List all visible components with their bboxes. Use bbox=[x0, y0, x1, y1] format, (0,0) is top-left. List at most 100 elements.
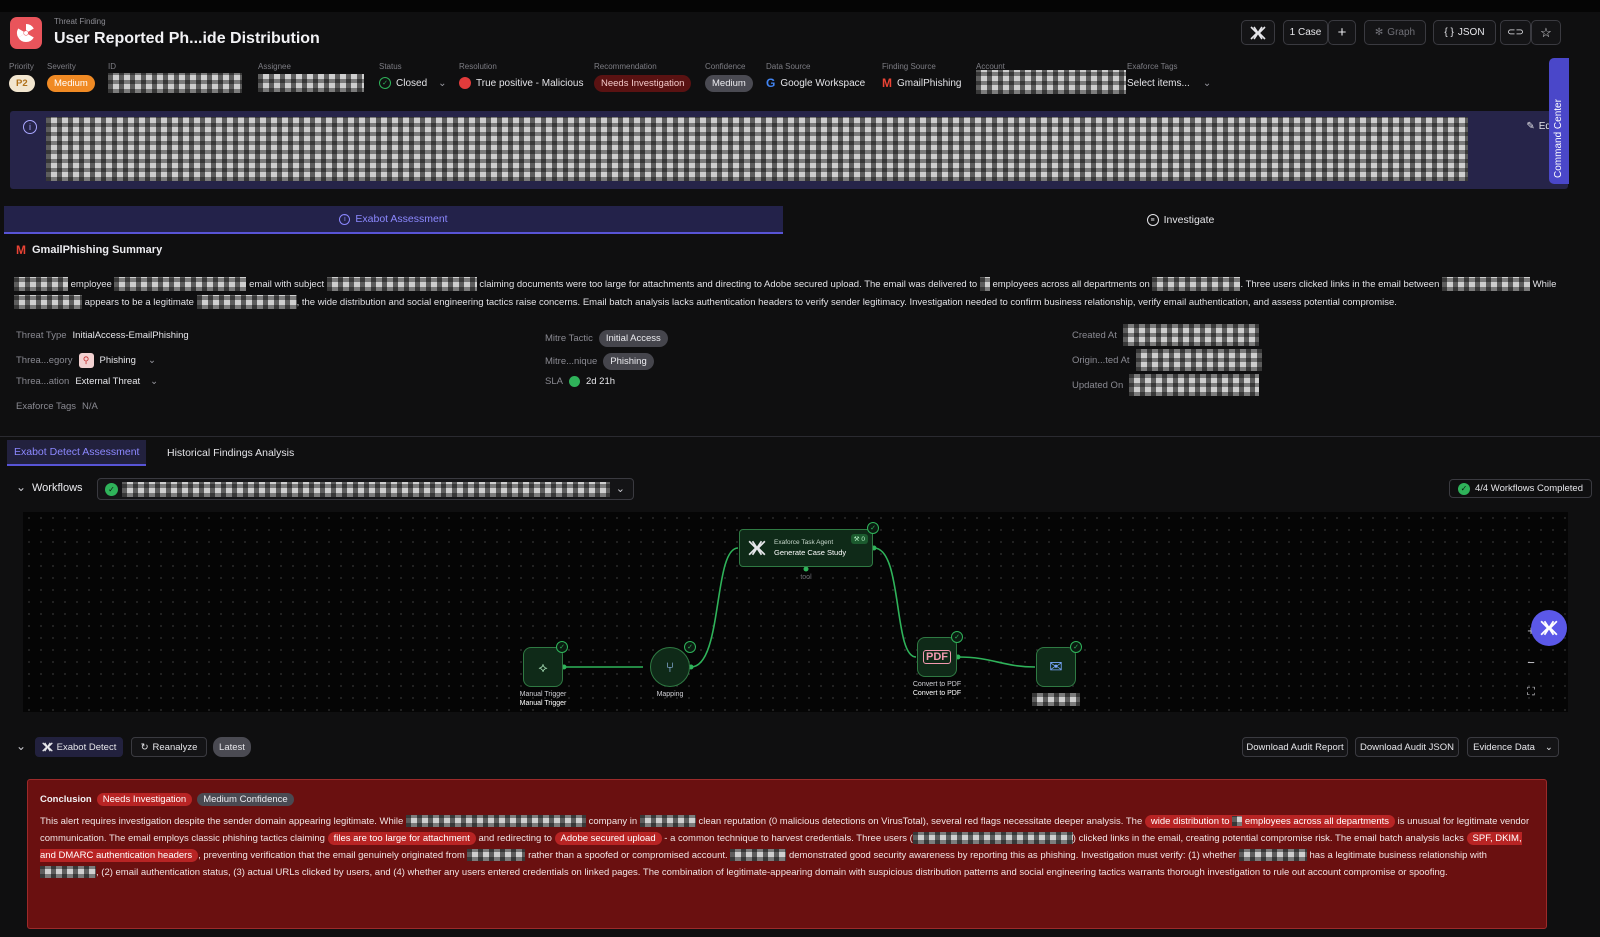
braces-icon: { } bbox=[1444, 27, 1454, 38]
mapping-caption: Mapping bbox=[656, 691, 684, 698]
data-source-value: Google Workspace bbox=[780, 77, 866, 89]
section-divider bbox=[0, 436, 1600, 437]
mapping-node[interactable]: ⑂ bbox=[650, 647, 690, 687]
conclusion-text: This alert requires investigation despit… bbox=[40, 813, 1534, 881]
case-count-button[interactable]: 1 Case bbox=[1283, 20, 1328, 45]
tags-select-placeholder[interactable]: Select items... bbox=[1127, 78, 1190, 89]
fact-value: N/A bbox=[82, 401, 98, 412]
download-audit-json-button[interactable]: Download Audit JSON bbox=[1355, 737, 1459, 757]
fact-value: External Threat bbox=[75, 376, 141, 387]
envelope-icon: ✉ bbox=[1049, 659, 1063, 676]
exabot-icon bbox=[1250, 25, 1266, 40]
highlight-distribution: wide distribution to employees across al… bbox=[1144, 815, 1395, 828]
recommendation-badge: Needs Investigation bbox=[594, 74, 692, 92]
mitre-tactic-fact: Mitre Tactic Initial Access bbox=[545, 330, 668, 347]
description-redacted bbox=[46, 117, 1468, 181]
conclusion-panel: Conclusion Needs Investigation Medium Co… bbox=[27, 779, 1547, 929]
originated-at-redacted bbox=[1135, 349, 1262, 371]
tab-investigate[interactable]: ≡ Investigate bbox=[783, 206, 1578, 234]
evidence-data-dropdown[interactable]: Evidence Data ⌄ bbox=[1467, 737, 1559, 757]
task-agent-node[interactable]: Exaforce Task Agent Generate Case Study … bbox=[739, 529, 873, 567]
task-agent-title: Generate Case Study bbox=[774, 548, 847, 557]
star-icon: ☆ bbox=[1540, 24, 1552, 40]
status-value: Closed bbox=[396, 77, 428, 89]
fit-view-button[interactable]: ⛶ bbox=[1521, 682, 1541, 702]
redacted-text bbox=[1152, 277, 1241, 292]
account-redacted[interactable] bbox=[976, 70, 1126, 94]
info-icon: i bbox=[339, 213, 351, 225]
command-center-tab[interactable]: Command Center bbox=[1549, 58, 1569, 184]
zoom-out-button[interactable]: − bbox=[1521, 652, 1541, 672]
exabot-chat-button[interactable] bbox=[1531, 610, 1567, 646]
reanalyze-label: Reanalyze bbox=[152, 741, 198, 753]
gmail-icon: M bbox=[16, 243, 26, 257]
task-agent-kicker: Exaforce Task Agent bbox=[774, 539, 834, 546]
chevron-down-icon[interactable]: ⌄ bbox=[16, 480, 26, 494]
redacted-text bbox=[979, 277, 990, 292]
fact-key: Mitre Tactic bbox=[545, 333, 593, 344]
id-field: ID bbox=[108, 62, 242, 94]
threat-type-fact: Threat Type InitialAccess-EmailPhishing bbox=[16, 330, 189, 341]
manual-trigger-node[interactable]: ⟡ bbox=[523, 647, 563, 687]
email-node[interactable]: ✉ bbox=[1036, 647, 1076, 687]
fork-icon: ⑂ bbox=[665, 659, 675, 675]
convert-to-pdf-caption: Convert to PDF Convert to PDF bbox=[912, 681, 962, 697]
sla-fact: SLA 2d 21h bbox=[545, 376, 615, 387]
exabot-detect-label: Exabot Detect bbox=[56, 741, 117, 753]
node-check-icon: ✓ bbox=[867, 522, 879, 534]
workflow-select[interactable]: ✓ ⌄ bbox=[97, 478, 634, 500]
summary-fragment: claiming documents were too large for at… bbox=[479, 279, 978, 290]
reanalyze-button[interactable]: ↻ Reanalyze bbox=[131, 737, 207, 757]
workflow-name-redacted bbox=[122, 482, 610, 497]
node-check-icon: ✓ bbox=[556, 641, 568, 653]
chevron-down-icon: ⌄ bbox=[1544, 741, 1553, 753]
priority-label: Priority bbox=[9, 62, 34, 71]
threat-classification-fact[interactable]: Threa...ation External Threat ⌄ bbox=[16, 376, 158, 387]
assignee-label: Assignee bbox=[258, 62, 291, 71]
tab-exabot-detect-assessment[interactable]: Exabot Detect Assessment bbox=[7, 440, 147, 466]
page-header: Threat Finding User Reported Ph...ide Di… bbox=[0, 12, 1600, 54]
resolution-field[interactable]: Resolution True positive - Malicious bbox=[459, 62, 583, 94]
summary-header: M GmailPhishing Summary bbox=[16, 243, 162, 257]
finding-source-value: GmailPhishing bbox=[897, 77, 962, 89]
redacted-text bbox=[730, 849, 787, 862]
workflow-graph-canvas[interactable]: ⟡ ✓ Manual Trigger Manual Trigger ⑂ ✓ Map… bbox=[23, 512, 1568, 712]
finding-source-field: Finding Source M GmailPhishing bbox=[882, 62, 961, 94]
copy-link-button[interactable]: ⊂⊃ bbox=[1500, 20, 1531, 45]
chevron-down-icon[interactable]: ⌄ bbox=[16, 739, 26, 753]
assignee-redacted[interactable] bbox=[258, 74, 364, 92]
add-case-button[interactable]: + bbox=[1328, 20, 1356, 45]
chevron-down-icon: ⌄ bbox=[1202, 77, 1212, 89]
exabot-button[interactable] bbox=[1241, 20, 1275, 45]
json-button[interactable]: { } JSON bbox=[1433, 20, 1496, 45]
conclusion-fragment: - a common technique to harvest credenti… bbox=[664, 833, 913, 844]
fact-key: Mitre...nique bbox=[545, 356, 598, 367]
favorite-button[interactable]: ☆ bbox=[1531, 20, 1561, 45]
investigate-icon: ≡ bbox=[1146, 214, 1159, 226]
check-circle-icon: ✓ bbox=[379, 77, 391, 89]
workflows-completed-badge: ✓ 4/4 Workflows Completed bbox=[1448, 479, 1592, 498]
exabot-detect-button[interactable]: Exabot Detect bbox=[35, 737, 123, 757]
node-check-icon: ✓ bbox=[951, 631, 963, 643]
pencil-icon: ✎ bbox=[1526, 121, 1535, 132]
chevron-down-icon: ⌄ bbox=[615, 483, 625, 495]
tab-historical-findings[interactable]: Historical Findings Analysis bbox=[160, 440, 301, 466]
fact-key: Exaforce Tags bbox=[16, 401, 77, 412]
exaforce-tags-field[interactable]: Exaforce Tags Select items... ⌄ bbox=[1127, 62, 1211, 94]
command-center-label: Command Center bbox=[1553, 99, 1564, 178]
graph-button[interactable]: ✻ Graph bbox=[1364, 20, 1426, 45]
json-label: JSON bbox=[1457, 27, 1485, 38]
convert-to-pdf-node[interactable]: PDF bbox=[917, 637, 957, 677]
download-audit-report-button[interactable]: Download Audit Report bbox=[1242, 737, 1348, 757]
gmail-icon: M bbox=[882, 76, 892, 90]
status-field[interactable]: Status ✓ Closed ⌄ bbox=[379, 62, 447, 94]
conclusion-fragment: , (2) email authentication status, (3) a… bbox=[96, 867, 1448, 878]
redacted-text bbox=[14, 277, 68, 292]
workflows-completed-label: 4/4 Workflows Completed bbox=[1474, 483, 1583, 494]
threat-category-fact[interactable]: Threa...egory ⚲ Phishing ⌄ bbox=[16, 353, 156, 368]
page-title: User Reported Ph...ide Distribution bbox=[54, 30, 320, 47]
tab-exabot-assessment[interactable]: i Exabot Assessment bbox=[4, 206, 783, 234]
severity-badge: Medium bbox=[47, 74, 95, 92]
refresh-icon: ↻ bbox=[140, 741, 149, 753]
resolution-value: True positive - Malicious bbox=[476, 77, 584, 89]
